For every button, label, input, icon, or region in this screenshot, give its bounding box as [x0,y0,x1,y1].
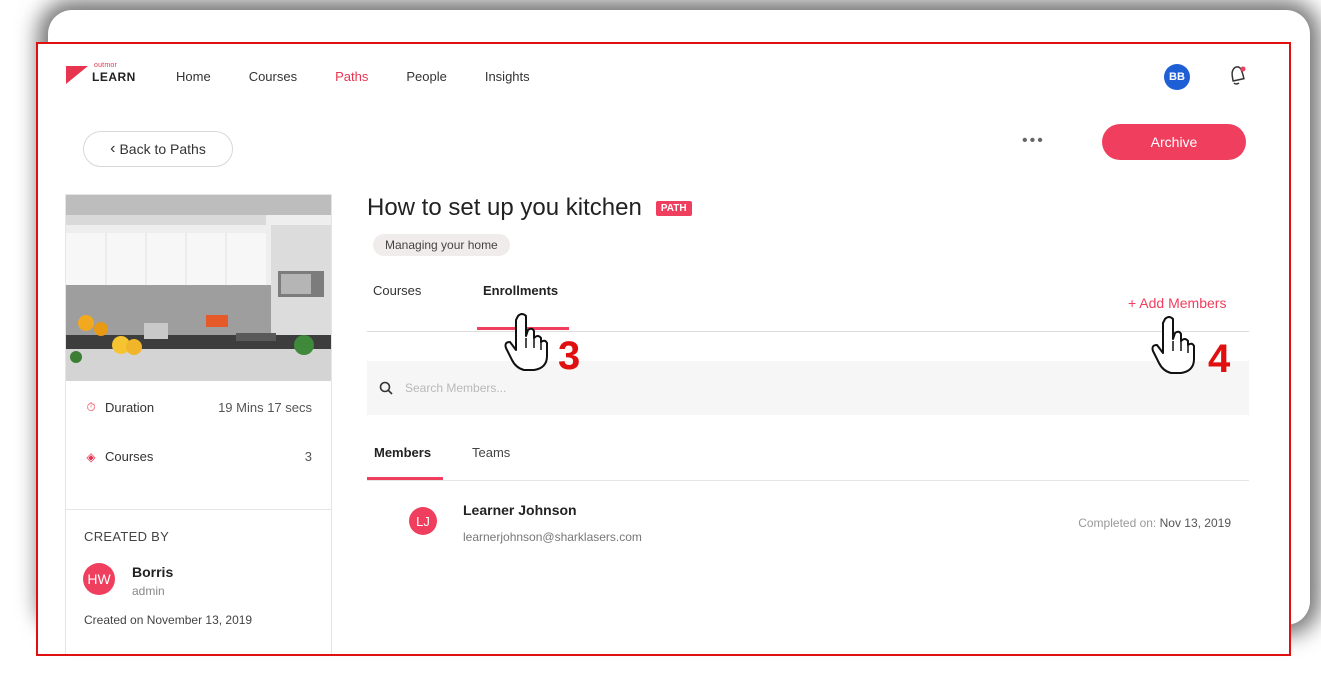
nav-links: Home Courses Paths People Insights [176,69,568,84]
bell-icon[interactable] [1226,63,1248,87]
subtab-members[interactable]: Members [374,445,431,460]
duration-value: 19 Mins 17 secs [218,400,312,415]
subtabs-divider [367,480,1249,481]
step-number-3: 3 [558,334,581,378]
step-number-4: 4 [1208,337,1231,381]
panel-divider [66,509,331,510]
member-row[interactable]: LJ Learner Johnson learnerjohnson@sharkl… [367,494,1249,554]
nav-link-home[interactable]: Home [176,69,211,84]
path-badge: PATH [655,200,692,216]
courses-row: ◈ Courses 3 [84,449,312,464]
member-email: learnerjohnson@sharklasers.com [463,530,642,544]
completed-label: Completed on: [1078,516,1157,530]
courses-count: 3 [304,449,312,464]
search-bar [367,361,1249,415]
tab-enrollments[interactable]: Enrollments [483,283,558,298]
member-name: Learner Johnson [463,502,577,518]
logo-small-text: outmor [94,62,117,69]
nav-link-courses[interactable]: Courses [249,69,297,84]
page-title: How to set up you kitchen PATH [367,194,692,222]
path-info-panel: ⏱ Duration 19 Mins 17 secs ◈ Courses 3 C… [65,194,332,654]
chevron-left-icon: ‹ [110,140,116,157]
path-thumbnail-image [66,195,331,381]
completed-date: Nov 13, 2019 [1159,516,1231,530]
member-avatar: LJ [409,507,437,535]
category-chip[interactable]: Managing your home [373,234,510,256]
creator-name: Borris [132,564,174,580]
hand-pointer-icon [1151,316,1195,374]
layers-icon: ◈ [86,449,96,464]
more-options-button[interactable]: ••• [1022,132,1045,150]
duration-label: Duration [105,400,155,415]
nav-link-insights[interactable]: Insights [485,69,530,84]
search-icon [379,381,393,395]
path-title: How to set up you kitchen [367,194,642,221]
creator-role: admin [132,584,165,598]
courses-label: Courses [105,449,154,464]
created-by-label: CREATED BY [84,529,170,544]
clock-icon: ⏱ [86,400,96,414]
archive-button[interactable]: Archive [1102,124,1246,160]
logo-flag-icon [66,66,88,84]
subtab-teams[interactable]: Teams [472,445,510,460]
app-window: outmor LEARN Home Courses Paths People I… [36,42,1291,656]
nav-link-paths[interactable]: Paths [335,69,368,84]
search-members-input[interactable] [403,380,807,396]
hand-pointer-icon [504,313,548,371]
tabs-divider [367,331,1249,332]
creator-avatar: HW [83,563,115,595]
logo-text: LEARN [92,70,136,84]
app-logo[interactable]: outmor LEARN [66,62,146,92]
nav-link-people[interactable]: People [406,69,446,84]
user-avatar[interactable]: BB [1164,64,1190,90]
member-completion: Completed on: Nov 13, 2019 [1078,516,1231,530]
add-members-button[interactable]: + Add Members [1128,295,1226,311]
top-nav: outmor LEARN Home Courses Paths People I… [38,44,1289,110]
created-on-date: Created on November 13, 2019 [84,613,253,627]
duration-row: ⏱ Duration 19 Mins 17 secs [84,400,312,415]
tab-courses[interactable]: Courses [373,283,421,298]
back-to-paths-button[interactable]: ‹ Back to Paths [83,131,233,167]
back-button-label: Back to Paths [119,141,206,157]
